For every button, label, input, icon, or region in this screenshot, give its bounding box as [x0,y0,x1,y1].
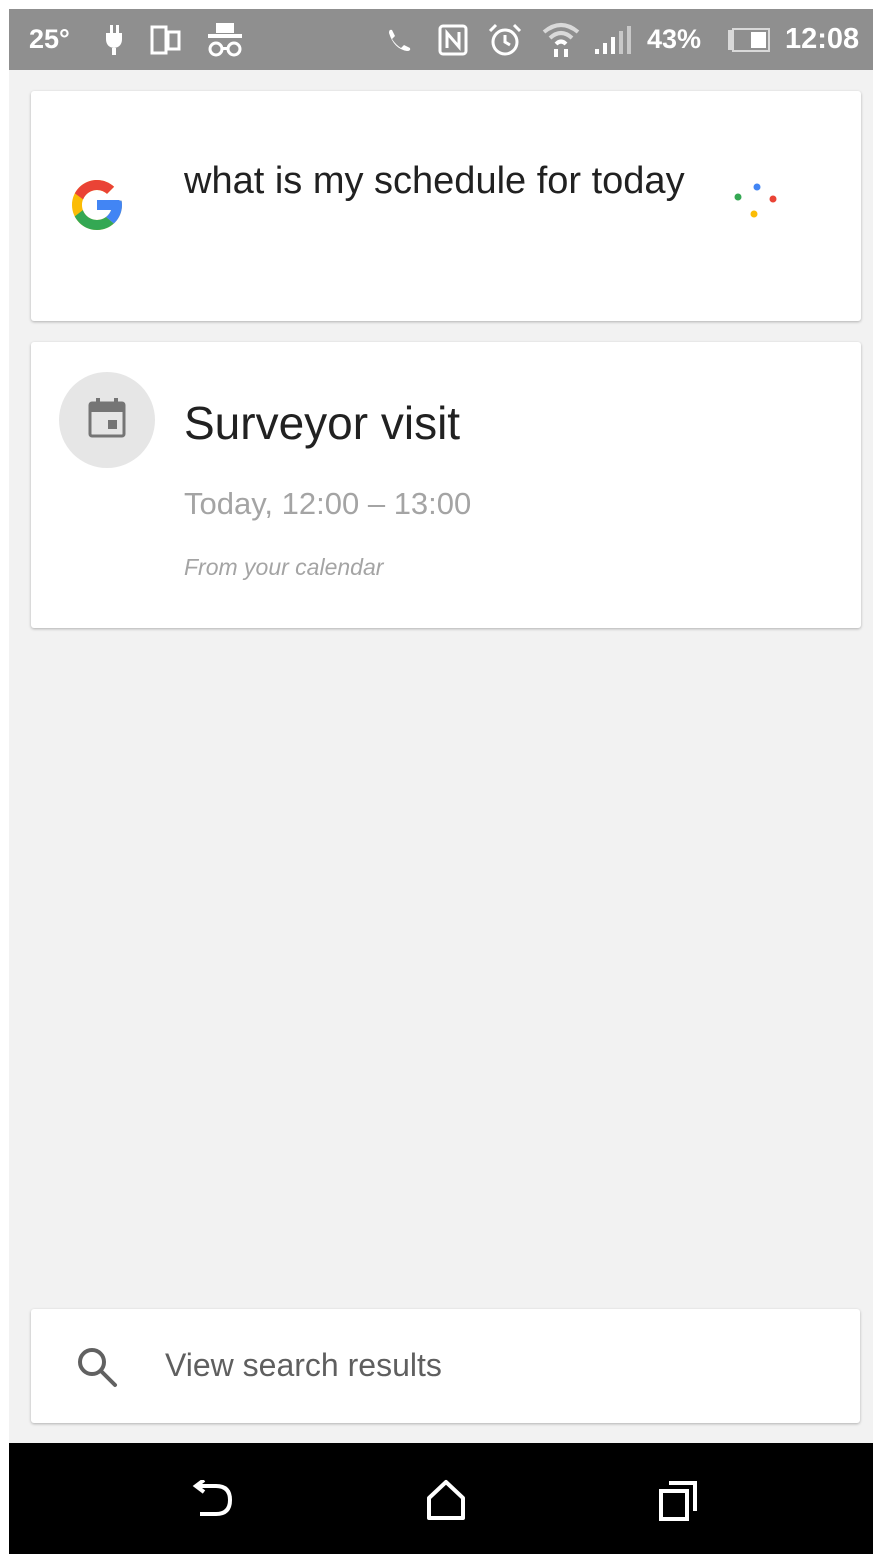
phone-call-icon [384,9,414,70]
signal-icon [593,9,633,70]
incognito-icon [205,9,245,70]
google-g-icon [67,175,127,240]
alarm-icon [487,9,523,70]
view-search-results-button[interactable]: View search results [31,1309,860,1423]
dual-screen-icon [149,9,183,70]
view-search-results-label: View search results [165,1347,442,1383]
phone-screen: 25° 43% 12:08 what is my schedule for to… [9,9,873,1554]
clock: 12:08 [785,23,860,55]
home-icon[interactable] [419,1473,473,1527]
battery-percent: 43% [647,24,702,54]
nfc-icon [437,9,469,70]
power-plug-icon [101,9,127,70]
event-source: From your calendar [184,554,384,580]
battery-icon [727,9,771,70]
back-icon[interactable] [186,1473,240,1527]
calendar-event-card[interactable]: Surveyor visit Today, 12:00 – 13:00 From… [31,342,861,628]
navigation-bar [9,1443,873,1554]
temperature-readout: 25° [29,24,70,54]
status-bar: 25° 43% 12:08 [9,9,873,70]
assistant-dots-icon[interactable] [731,181,781,230]
event-title: Surveyor visit [184,397,461,449]
calendar-icon [87,397,127,444]
calendar-icon-badge [59,372,155,468]
query-text: what is my schedule for today [184,160,685,202]
wifi-icon [541,9,581,70]
recents-icon[interactable] [651,1473,705,1527]
voice-query-card[interactable]: what is my schedule for today [31,91,861,321]
search-icon [75,1345,119,1394]
event-time: Today, 12:00 – 13:00 [184,486,472,521]
